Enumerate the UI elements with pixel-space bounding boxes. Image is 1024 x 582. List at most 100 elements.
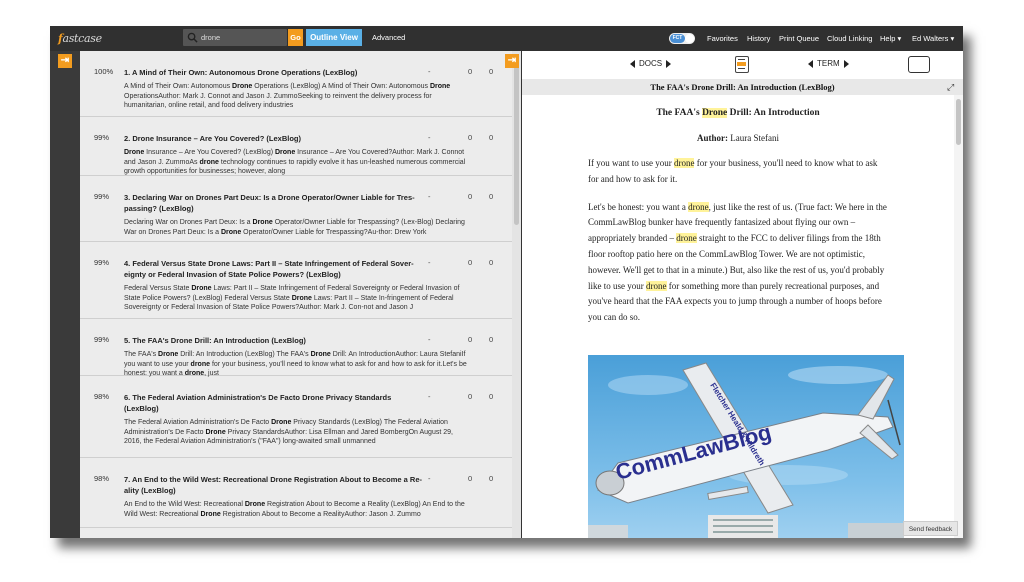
relevance-score: 100% [94,67,114,76]
result-dash: - [428,133,431,142]
author-name: Laura Stefani [728,133,779,143]
relevance-score: 98% [94,474,110,483]
document-paragraph: If you want to use your drone for your b… [588,158,878,184]
result-dash: - [428,392,431,401]
result-row[interactable]: 99% 3. Declaring War on Drones Part Deux:… [80,176,512,242]
results-panel: 100% 1. A Mind of Their Own: Autonomous D… [80,51,521,538]
result-snippet: An End to the Wild West: Recreational Dr… [124,501,465,518]
document-scrollbar[interactable] [954,95,963,538]
result-title[interactable]: 1. A Mind of Their Own: Autonomous Drone… [124,67,424,78]
relevance-score: 98% [94,392,110,401]
result-row[interactable]: 98% 7. An End to the Wild West: Recreatio… [80,458,512,528]
citing-count: 0 [489,392,494,401]
next-term-arrow-icon[interactable] [843,59,849,68]
fct-toggle-knob [685,34,694,43]
result-snippet: Drone Insurance – Are You Covered? (LexB… [124,149,466,175]
result-title[interactable]: 4. Federal Versus State Drone Laws: Part… [124,258,424,280]
result-snippet: Declaring War on Drones Part Deux: Is a … [124,219,465,236]
outline-view-button[interactable]: Outline View [306,29,362,46]
result-row[interactable]: 99% 4. Federal Versus State Drone Laws: P… [80,242,512,319]
results-list: 100% 1. A Mind of Their Own: Autonomous D… [80,51,512,538]
relevance-score: 99% [94,258,110,267]
document-panel: DOCS TERM The FAA's Drone Drill: An Intr… [522,51,963,538]
cited-count: 0 [468,133,473,142]
document-scrollbar-thumb[interactable] [956,99,961,145]
relevance-score: 99% [94,335,110,344]
send-feedback-button[interactable]: Send feedback [903,521,958,536]
search-input[interactable] [201,31,283,44]
left-strip: ⇥ [50,51,80,538]
citing-count: 0 [489,335,494,344]
result-title[interactable]: 7. An End to the Wild West: Recreational… [124,474,424,496]
document-view-icon[interactable] [735,56,749,73]
result-dash: - [428,258,431,267]
document-paragraph: Let's be honest: you want a drone, just … [588,201,887,323]
cited-count: 0 [468,192,473,201]
prev-term-arrow-icon[interactable] [808,59,813,68]
result-title[interactable]: 3. Declaring War on Drones Part Deux: Is… [124,192,424,214]
collapse-arrow-icon[interactable]: ⇥ [505,54,519,68]
search-box [183,29,287,46]
cited-count: 0 [468,258,473,267]
result-snippet: The Federal Aviation Administration's De… [124,419,453,445]
document-author: Author: Laura Stefani [588,132,888,144]
drone-illustration: CommLawBlog Fletcher Heald & Hildreth [588,362,904,538]
result-row[interactable]: 99% 2. Drone Insurance – Are You Covered?… [80,117,512,176]
citing-count: 0 [489,192,494,201]
doc-line [738,59,745,60]
result-title[interactable]: 5. The FAA's Drone Drill: An Introductio… [124,335,424,346]
results-scrollbar-thumb[interactable] [514,57,519,225]
result-row[interactable]: 99% 5. The FAA's Drone Drill: An Introduc… [80,319,512,377]
relevance-score: 99% [94,133,110,142]
cited-count: 0 [468,474,473,483]
term-label: TERM [817,59,840,68]
result-dash: - [428,335,431,344]
go-button[interactable]: Go [288,29,303,46]
cited-count: 0 [468,67,473,76]
doc-highlight-bar [737,62,746,66]
result-snippet: Federal Versus State Drone Laws: Part II… [124,285,460,311]
app-window: fastcase Go Outline View Advanced FCT Fa… [50,26,963,538]
expand-left-arrow-icon[interactable]: ⇥ [58,54,72,68]
history-link[interactable]: History [747,34,770,43]
term-navigator: TERM [808,59,849,68]
search-icon [187,32,198,43]
document-paragraphs: If you want to use your drone for your b… [588,156,888,326]
document-heading: The FAA's Drone Drill: An Introduction [588,105,888,121]
heading-text: Drill: An Introduction [727,108,820,118]
favorites-link[interactable]: Favorites [707,34,738,43]
result-row[interactable]: 98%8. Disrupting the Status Quo: U.S. Ho… [80,528,512,538]
logo-text: astcase [62,32,102,45]
top-bar: fastcase Go Outline View Advanced FCT Fa… [50,26,963,51]
document-toolbar: DOCS TERM [522,51,963,79]
fct-toggle-label: FCT [670,34,685,43]
heading-text: The FAA's [656,108,703,118]
advanced-search-link[interactable]: Advanced [372,33,405,42]
result-row[interactable]: 98% 6. The Federal Aviation Administratio… [80,376,512,458]
result-row[interactable]: 100% 1. A Mind of Their Own: Autonomous D… [80,51,512,117]
result-dash: - [428,67,431,76]
fastcase-logo[interactable]: fastcase [58,32,102,45]
cited-count: 0 [468,335,473,344]
citing-count: 0 [489,133,494,142]
drone-image: CommLawBlog Fletcher Heald & Hildreth [588,355,904,538]
result-dash: - [428,474,431,483]
result-snippet: A Mind of Their Own: Autonomous Drone Op… [124,83,451,109]
result-snippet: The FAA's Drone Drill: An Introduction (… [124,351,467,377]
result-title[interactable]: 6. The Federal Aviation Administration's… [124,392,424,414]
print-queue-link[interactable]: Print Queue [779,34,819,43]
document-title-bar: The FAA's Drone Drill: An Introduction (… [522,79,963,95]
help-menu[interactable]: Help ▾ [880,34,901,43]
result-title[interactable]: 2. Drone Insurance – Are You Covered? (L… [124,133,424,144]
prev-doc-arrow-icon[interactable] [630,59,635,68]
relevance-score: 99% [94,192,110,201]
cited-count: 0 [468,392,473,401]
next-doc-arrow-icon[interactable] [666,59,672,68]
user-menu[interactable]: Ed Walters ▾ [912,34,954,43]
docs-navigator: DOCS [630,59,672,68]
expand-icon[interactable]: ⤢ [947,82,954,93]
cloud-linking-link[interactable]: Cloud Linking [827,34,872,43]
folder-icon[interactable] [908,56,930,73]
author-label: Author: [697,133,728,143]
fct-toggle[interactable]: FCT [669,33,695,44]
